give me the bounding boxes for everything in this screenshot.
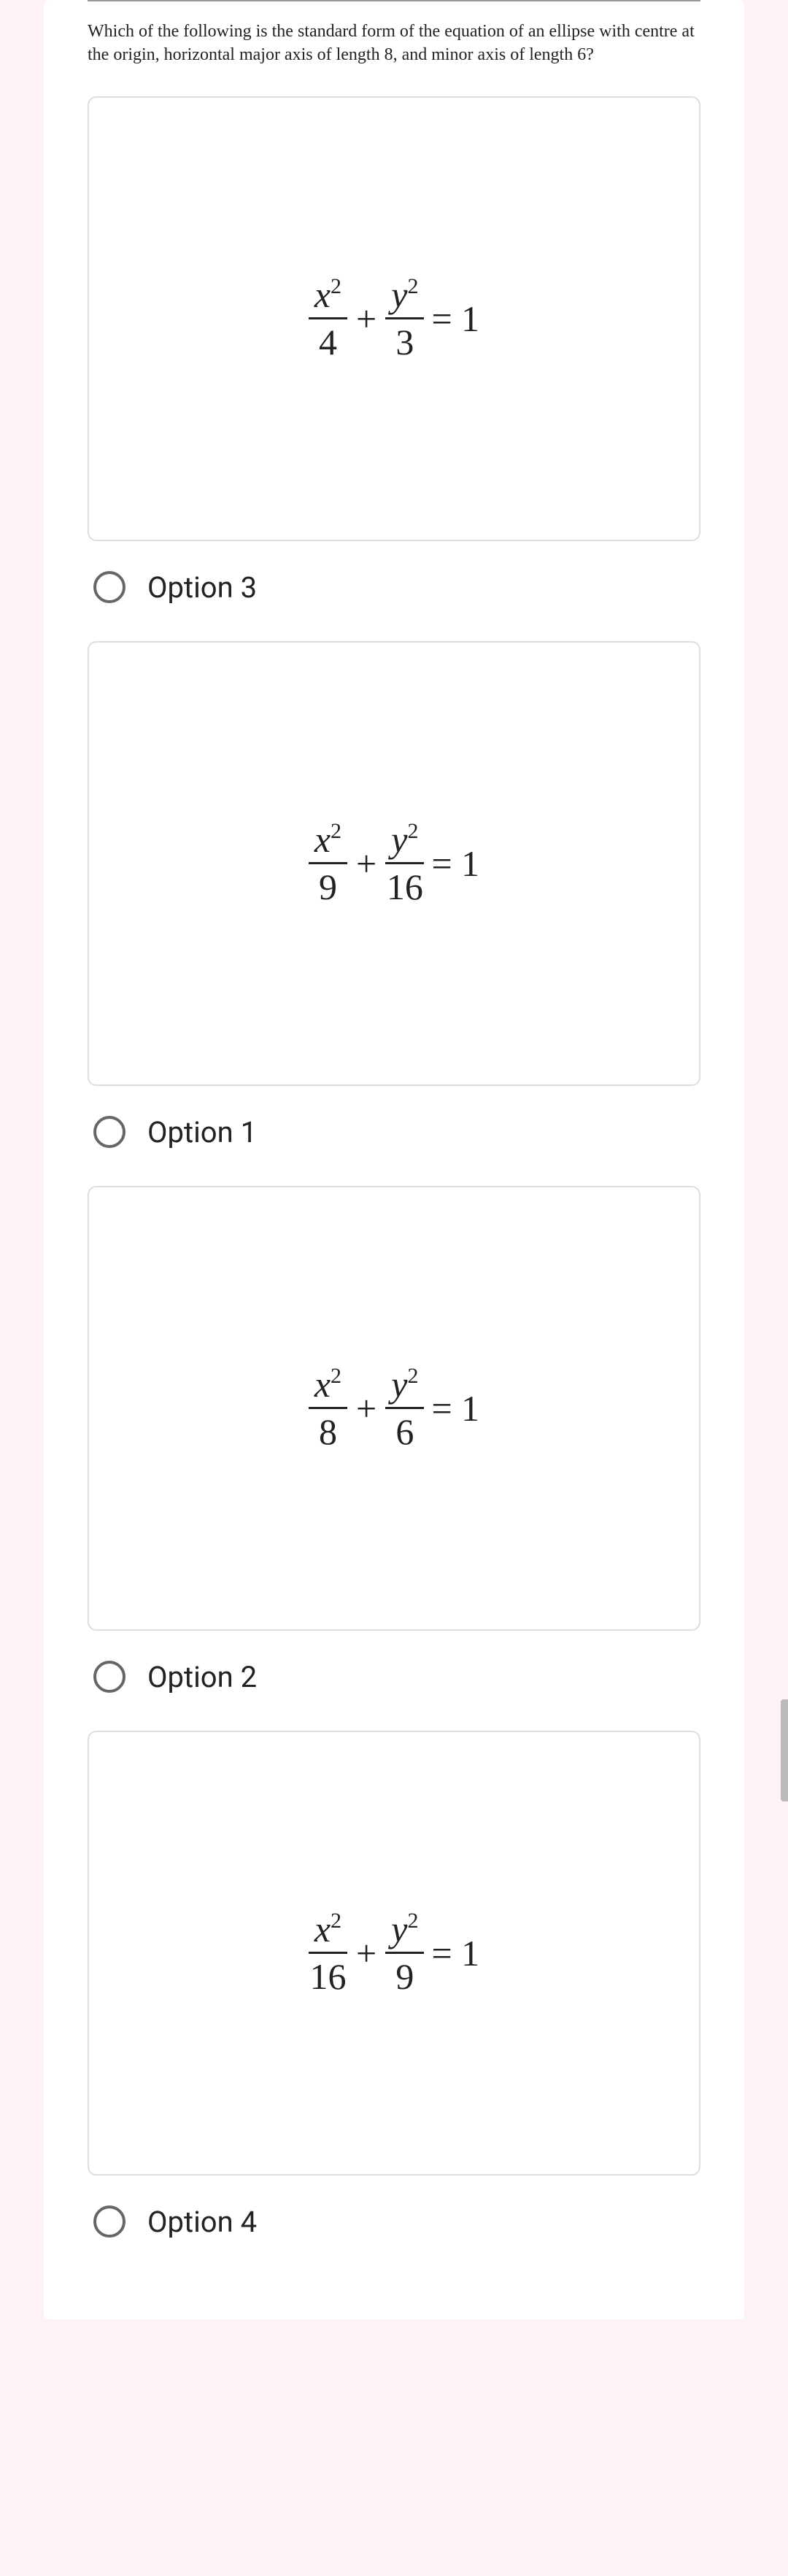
- plus-sign: +: [352, 1387, 381, 1429]
- question-card: Which of the following is the standard f…: [44, 0, 744, 2319]
- squared: 2: [331, 1364, 341, 1388]
- squared: 2: [331, 819, 341, 843]
- var-y: y: [391, 274, 407, 315]
- fraction-y: y2 3: [385, 276, 424, 360]
- radio-button[interactable]: [93, 571, 125, 603]
- denominator-y: 3: [395, 319, 414, 360]
- option-block: x2 16 + y2 9 = 1 Option 4: [88, 1731, 700, 2239]
- equation: x2 8 + y2 6 = 1: [309, 1366, 479, 1450]
- fraction-y: y2 6: [385, 1366, 424, 1450]
- equation: x2 4 + y2 3 = 1: [309, 276, 479, 360]
- equals-one: = 1: [428, 298, 479, 340]
- equals-one: = 1: [428, 1387, 479, 1429]
- squared: 2: [407, 274, 418, 298]
- denominator-x: 16: [309, 1954, 346, 1995]
- var-x: x: [314, 1909, 331, 1950]
- equation: x2 9 + y2 16 = 1: [309, 821, 479, 905]
- option-block: x2 8 + y2 6 = 1 Option 2: [88, 1186, 700, 1694]
- var-y: y: [391, 819, 407, 860]
- fraction-x: x2 9: [309, 821, 347, 905]
- denominator-y: 6: [395, 1409, 414, 1450]
- option-label: Option 1: [147, 1115, 257, 1149]
- var-y: y: [391, 1909, 407, 1950]
- equals-one: = 1: [428, 1932, 479, 1974]
- denominator-y: 9: [395, 1954, 414, 1995]
- option-label: Option 4: [147, 2205, 257, 2239]
- equation: x2 16 + y2 9 = 1: [309, 1911, 479, 1995]
- question-text: Which of the following is the standard f…: [88, 20, 700, 67]
- radio-button[interactable]: [93, 1116, 125, 1148]
- option-row[interactable]: Option 4: [88, 2205, 700, 2239]
- fraction-x: x2 8: [309, 1366, 347, 1450]
- option-row[interactable]: Option 1: [88, 1115, 700, 1149]
- squared: 2: [331, 274, 341, 298]
- squared: 2: [331, 1909, 341, 1933]
- denominator-x: 8: [319, 1409, 337, 1450]
- plus-sign: +: [352, 1932, 381, 1974]
- fraction-y: y2 9: [385, 1911, 424, 1995]
- question-header: Which of the following is the standard f…: [88, 0, 700, 96]
- squared: 2: [407, 1364, 418, 1388]
- equation-image-box: x2 4 + y2 3 = 1: [88, 96, 700, 541]
- equation-image-box: x2 9 + y2 16 = 1: [88, 641, 700, 1086]
- fraction-x: x2 16: [309, 1911, 347, 1995]
- plus-sign: +: [352, 842, 381, 885]
- option-label: Option 3: [147, 570, 257, 605]
- radio-button[interactable]: [93, 2205, 125, 2238]
- denominator-x: 9: [319, 864, 337, 905]
- scrollbar-indicator[interactable]: [781, 1699, 788, 1801]
- var-y: y: [391, 1364, 407, 1405]
- equation-image-box: x2 8 + y2 6 = 1: [88, 1186, 700, 1631]
- var-x: x: [314, 1364, 331, 1405]
- option-label: Option 2: [147, 1660, 257, 1694]
- option-block: x2 4 + y2 3 = 1 Option 3: [88, 96, 700, 605]
- var-x: x: [314, 274, 331, 315]
- option-row[interactable]: Option 2: [88, 1660, 700, 1694]
- equals-one: = 1: [428, 842, 479, 885]
- option-row[interactable]: Option 3: [88, 570, 700, 605]
- option-block: x2 9 + y2 16 = 1 Option 1: [88, 641, 700, 1149]
- denominator-x: 4: [319, 319, 337, 360]
- denominator-y: 16: [387, 864, 423, 905]
- fraction-y: y2 16: [385, 821, 424, 905]
- radio-button[interactable]: [93, 1661, 125, 1693]
- equation-image-box: x2 16 + y2 9 = 1: [88, 1731, 700, 2176]
- plus-sign: +: [352, 298, 381, 340]
- squared: 2: [407, 819, 418, 843]
- squared: 2: [407, 1909, 418, 1933]
- fraction-x: x2 4: [309, 276, 347, 360]
- var-x: x: [314, 819, 331, 860]
